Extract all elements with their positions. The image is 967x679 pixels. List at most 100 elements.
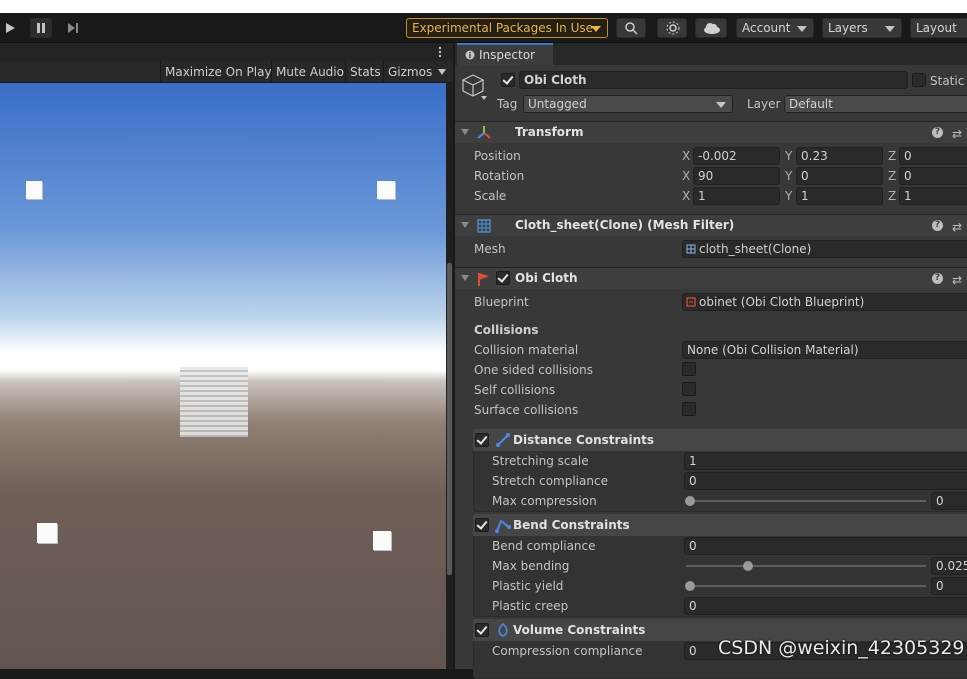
layers-dropdown[interactable]: Layers — [822, 18, 902, 38]
static-checkbox[interactable] — [912, 73, 926, 87]
distance-constraints-header[interactable]: Distance Constraints — [473, 429, 967, 451]
plastic-yield-slider[interactable] — [686, 585, 926, 587]
game-viewport[interactable] — [0, 83, 446, 669]
max-compression-slider-knob[interactable] — [685, 496, 695, 506]
scale-y-field[interactable]: 1 — [796, 187, 883, 205]
max-bending-slider-knob[interactable] — [743, 561, 753, 571]
chevron-down-icon — [885, 26, 895, 32]
layer-value: Default — [789, 97, 833, 111]
game-view-toolbar: Maximize On Play Mute Audio Stats Gizmos — [0, 61, 453, 83]
account-label: Account — [742, 21, 791, 35]
max-bending-field[interactable]: 0.025 — [931, 557, 967, 575]
bend-constraints-checkbox[interactable] — [475, 518, 489, 532]
presets-icon[interactable]: ⇄ — [952, 270, 962, 291]
flag-icon — [478, 273, 489, 286]
obi-cloth-header[interactable]: Obi Cloth ? ⇄ — [455, 267, 967, 289]
tab-inspector[interactable]: Inspector — [457, 43, 553, 65]
plastic-yield-field[interactable]: 0 — [931, 577, 967, 595]
gameobject-cube-icon[interactable] — [461, 72, 489, 102]
scrollbar-thumb[interactable] — [447, 263, 452, 575]
rotation-x-axis: X — [682, 169, 691, 183]
pause-button[interactable] — [30, 18, 52, 38]
collisions-header: Collisions — [474, 323, 539, 337]
title-strip — [0, 0, 967, 13]
plastic-yield-slider-knob[interactable] — [685, 581, 695, 591]
services-button[interactable] — [657, 18, 687, 38]
max-bending-label: Max bending — [492, 559, 570, 573]
transform-title: Transform — [515, 125, 584, 139]
help-icon[interactable]: ? — [932, 273, 943, 284]
max-compression-slider[interactable] — [686, 500, 926, 502]
collision-material-label: Collision material — [474, 343, 579, 357]
self-collisions-checkbox[interactable] — [682, 382, 696, 396]
plastic-creep-field[interactable]: 0 — [684, 597, 967, 615]
layout-label: Layout — [916, 21, 957, 35]
obi-cloth-title: Obi Cloth — [515, 271, 578, 285]
foldout-icon[interactable] — [461, 222, 469, 228]
position-z-axis: Z — [888, 149, 897, 163]
tag-dropdown[interactable]: Untagged — [523, 95, 733, 113]
transform-header[interactable]: Transform ? ⇄ — [455, 121, 967, 143]
max-bending-slider[interactable] — [686, 565, 926, 567]
foldout-icon[interactable] — [461, 129, 469, 135]
search-button[interactable] — [616, 18, 646, 38]
inspector-panel: Inspector Obi Cloth Static Tag Untagged … — [455, 43, 967, 679]
step-button[interactable] — [62, 18, 84, 38]
rotation-x-field[interactable]: 90 — [693, 167, 780, 185]
mesh-filter-header[interactable]: Cloth_sheet(Clone) (Mesh Filter) ? ⇄ — [455, 214, 967, 236]
game-view-scrollbar[interactable] — [446, 83, 453, 669]
stretching-scale-label: Stretching scale — [492, 454, 589, 468]
tag-label: Tag — [497, 97, 518, 111]
play-button[interactable] — [2, 18, 18, 38]
bend-compliance-field[interactable]: 0 — [684, 537, 967, 555]
gizmos-toggle[interactable]: Gizmos — [383, 61, 436, 83]
stats-toggle[interactable]: Stats — [345, 61, 385, 83]
maximize-on-play-toggle[interactable]: Maximize On Play — [160, 61, 276, 83]
scale-z-field[interactable]: 1 — [899, 187, 967, 205]
help-icon[interactable]: ? — [932, 220, 943, 231]
position-z-field[interactable]: 0 — [899, 147, 967, 165]
blueprint-object-field[interactable]: obinet (Obi Cloth Blueprint) — [682, 293, 967, 311]
gizmos-dropdown-icon[interactable] — [438, 69, 446, 75]
layer-label: Layer — [747, 97, 781, 111]
distance-constraints-checkbox[interactable] — [475, 433, 489, 447]
collision-material-field[interactable]: None (Obi Collision Material) — [682, 341, 967, 359]
account-dropdown[interactable]: Account — [736, 18, 814, 38]
one-sided-collisions-checkbox[interactable] — [682, 362, 696, 376]
surface-collisions-checkbox[interactable] — [682, 402, 696, 416]
presets-icon[interactable]: ⇄ — [952, 124, 962, 145]
mesh-object-field[interactable]: cloth_sheet(Clone) — [682, 240, 967, 258]
gear-icon — [666, 21, 680, 35]
mute-audio-toggle[interactable]: Mute Audio — [271, 61, 348, 83]
kebab-menu-icon[interactable] — [436, 46, 444, 58]
cloud-button[interactable] — [695, 18, 727, 38]
max-compression-field[interactable]: 0 — [931, 492, 967, 510]
bend-constraint-icon — [495, 519, 511, 533]
bend-constraints-header[interactable]: Bend Constraints — [473, 514, 967, 536]
position-y-field[interactable]: 0.23 — [796, 147, 883, 165]
inspector-tabbar: Inspector — [455, 43, 967, 65]
stretching-scale-field[interactable]: 1 — [684, 452, 967, 470]
object-name-field[interactable]: Obi Cloth — [519, 71, 908, 89]
volume-constraints-checkbox[interactable] — [475, 623, 489, 637]
max-compression-label: Max compression — [492, 494, 597, 508]
foldout-icon[interactable] — [461, 275, 469, 281]
active-checkbox[interactable] — [501, 73, 515, 87]
scale-x-field[interactable]: 1 — [693, 187, 780, 205]
self-collisions-label: Self collisions — [474, 383, 556, 397]
surface-collisions-label: Surface collisions — [474, 403, 579, 417]
cube-top-right — [377, 181, 395, 199]
obi-cloth-enabled-checkbox[interactable] — [496, 271, 510, 285]
rotation-z-field[interactable]: 0 — [899, 167, 967, 185]
rotation-y-field[interactable]: 0 — [796, 167, 883, 185]
presets-icon[interactable]: ⇄ — [952, 217, 962, 238]
layout-dropdown[interactable]: Layout — [910, 18, 967, 38]
plastic-creep-label: Plastic creep — [492, 599, 569, 613]
plastic-yield-label: Plastic yield — [492, 579, 564, 593]
stretch-compliance-field[interactable]: 0 — [684, 472, 967, 490]
volume-constraints-title: Volume Constraints — [513, 623, 646, 637]
help-icon[interactable]: ? — [932, 127, 943, 138]
position-x-field[interactable]: -0.002 — [693, 147, 780, 165]
experimental-packages-dropdown[interactable]: Experimental Packages In Use — [406, 18, 608, 38]
layer-dropdown[interactable]: Default — [784, 95, 967, 113]
